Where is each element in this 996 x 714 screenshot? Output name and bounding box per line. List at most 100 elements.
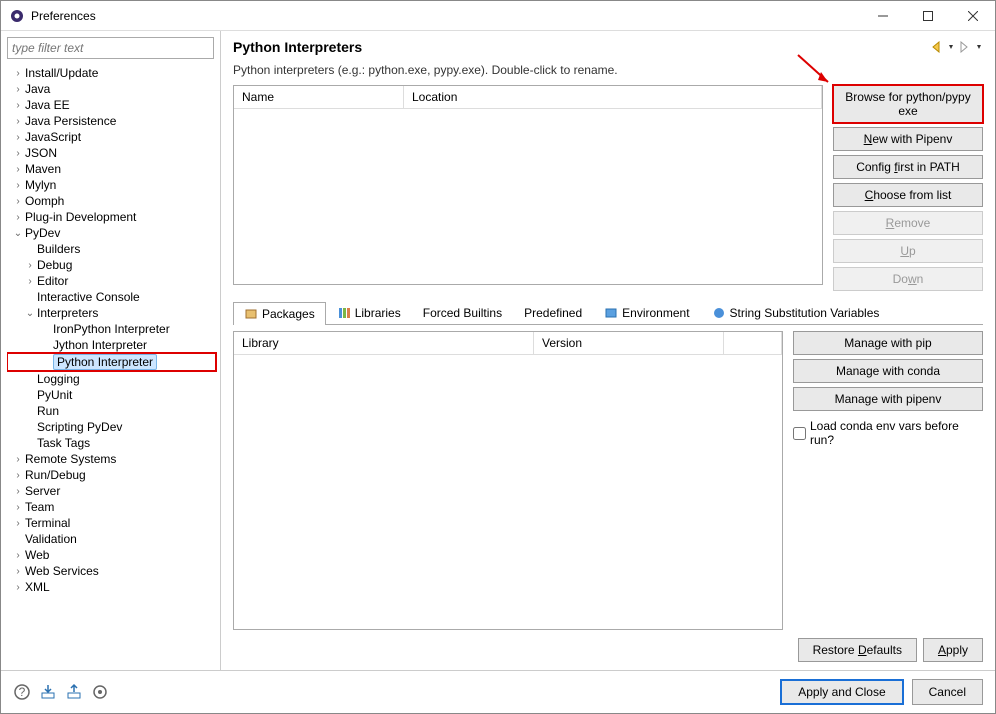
oomph-icon[interactable] xyxy=(91,683,109,701)
tab-predefined[interactable]: Predefined xyxy=(513,301,593,324)
back-arrow-icon[interactable] xyxy=(931,41,955,53)
tree-item[interactable]: ›Oomph xyxy=(7,193,216,209)
expand-icon[interactable]: › xyxy=(11,212,25,223)
tree-item[interactable]: ›Terminal xyxy=(7,515,216,531)
expand-icon[interactable]: › xyxy=(23,276,37,287)
forward-arrow-icon[interactable] xyxy=(959,41,983,53)
tree-item[interactable]: ⌄PyDev xyxy=(7,225,216,241)
tree-item[interactable]: ›Validation xyxy=(7,531,216,547)
expand-icon[interactable]: › xyxy=(11,148,25,159)
import-prefs-icon[interactable] xyxy=(39,683,57,701)
tree-item-label: Task Tags xyxy=(37,436,90,450)
tree-item[interactable]: ›Maven xyxy=(7,161,216,177)
col-location[interactable]: Location xyxy=(404,86,822,108)
expand-icon[interactable]: › xyxy=(11,502,25,513)
tree-item[interactable]: ›Team xyxy=(7,499,216,515)
tree-item-label: Install/Update xyxy=(25,66,98,80)
conda-env-checkbox[interactable] xyxy=(793,427,806,440)
export-prefs-icon[interactable] xyxy=(65,683,83,701)
interpreters-table[interactable]: Name Location xyxy=(233,85,823,285)
tab-forced-builtins[interactable]: Forced Builtins xyxy=(412,301,513,324)
tree-item[interactable]: ›Remote Systems xyxy=(7,451,216,467)
manage-conda-button[interactable]: Manage with conda xyxy=(793,359,983,383)
tree-item[interactable]: ›Builders xyxy=(7,241,216,257)
choose-list-button[interactable]: Choose from list xyxy=(833,183,983,207)
tree-item[interactable]: ›Plug-in Development xyxy=(7,209,216,225)
expand-icon[interactable]: › xyxy=(11,180,25,191)
config-path-button[interactable]: Config first in PATH xyxy=(833,155,983,179)
expand-icon[interactable]: › xyxy=(11,164,25,175)
collapse-icon[interactable]: ⌄ xyxy=(11,228,25,239)
tree-item[interactable]: ›Jython Interpreter xyxy=(7,337,216,353)
expand-icon[interactable]: › xyxy=(11,196,25,207)
tree-item[interactable]: ›Task Tags xyxy=(7,435,216,451)
tree-item-label: Oomph xyxy=(25,194,64,208)
col-name[interactable]: Name xyxy=(234,86,404,108)
apply-button[interactable]: Apply xyxy=(923,638,983,662)
tree-item[interactable]: ›Install/Update xyxy=(7,65,216,81)
expand-icon[interactable]: › xyxy=(11,582,25,593)
expand-icon[interactable]: › xyxy=(11,116,25,127)
tree-item[interactable]: ›Interactive Console xyxy=(7,289,216,305)
manage-pip-button[interactable]: Manage with pip xyxy=(793,331,983,355)
new-pipenv-button[interactable]: New with Pipenv xyxy=(833,127,983,151)
tab-packages[interactable]: Packages xyxy=(233,302,326,325)
conda-env-checkbox-label[interactable]: Load conda env vars before run? xyxy=(793,419,983,447)
tree-item-label: Interpreters xyxy=(37,306,98,320)
manage-pipenv-button[interactable]: Manage with pipenv xyxy=(793,387,983,411)
tree-item[interactable]: ›JSON xyxy=(7,145,216,161)
apply-close-button[interactable]: Apply and Close xyxy=(780,679,903,705)
tree-item[interactable]: ›Mylyn xyxy=(7,177,216,193)
expand-icon[interactable]: › xyxy=(11,550,25,561)
expand-icon[interactable]: › xyxy=(23,260,37,271)
expand-icon[interactable]: › xyxy=(11,454,25,465)
tab-environment[interactable]: Environment xyxy=(593,301,700,324)
restore-defaults-button[interactable]: Restore Defaults xyxy=(798,638,917,662)
tree-item[interactable]: ›PyUnit xyxy=(7,387,216,403)
tab-string-substitution[interactable]: String Substitution Variables xyxy=(701,301,891,324)
filter-input[interactable] xyxy=(7,37,214,59)
tree-item-label: Scripting PyDev xyxy=(37,420,122,434)
tree-item[interactable]: ›Run xyxy=(7,403,216,419)
help-icon[interactable]: ? xyxy=(13,683,31,701)
tree-item[interactable]: ›Java EE xyxy=(7,97,216,113)
tab-libraries[interactable]: Libraries xyxy=(326,301,412,324)
maximize-button[interactable] xyxy=(905,1,950,31)
tree-item[interactable]: ›Logging xyxy=(7,371,216,387)
collapse-icon[interactable]: ⌄ xyxy=(23,308,37,319)
expand-icon[interactable]: › xyxy=(11,518,25,529)
tree-item[interactable]: ›Web xyxy=(7,547,216,563)
expand-icon[interactable]: › xyxy=(11,132,25,143)
expand-icon[interactable]: › xyxy=(11,68,25,79)
minimize-button[interactable] xyxy=(860,1,905,31)
browse-button[interactable]: Browse for python/pypy exe xyxy=(833,85,983,123)
expand-icon[interactable]: › xyxy=(11,100,25,111)
tree-item[interactable]: ›Java xyxy=(7,81,216,97)
tree-item-label: Run/Debug xyxy=(25,468,86,482)
tree-item-label: Server xyxy=(25,484,60,498)
col-version[interactable]: Version xyxy=(534,332,724,354)
tree-item[interactable]: ›Python Interpreter xyxy=(7,353,216,371)
expand-icon[interactable]: › xyxy=(11,486,25,497)
interpreters-table-body xyxy=(234,109,822,284)
tree-item[interactable]: ›Debug xyxy=(7,257,216,273)
expand-icon[interactable]: › xyxy=(11,84,25,95)
tree-item[interactable]: ›IronPython Interpreter xyxy=(7,321,216,337)
tree-item[interactable]: ›Editor xyxy=(7,273,216,289)
expand-icon[interactable]: › xyxy=(11,566,25,577)
tree-item[interactable]: ›JavaScript xyxy=(7,129,216,145)
tree-item[interactable]: ›Web Services xyxy=(7,563,216,579)
close-button[interactable] xyxy=(950,1,995,31)
tree-item-label: IronPython Interpreter xyxy=(53,322,170,336)
expand-icon[interactable]: › xyxy=(11,470,25,481)
packages-table[interactable]: Library Version xyxy=(233,331,783,630)
preferences-tree[interactable]: ›Install/Update›Java›Java EE›Java Persis… xyxy=(7,65,220,664)
tree-item[interactable]: ⌄Interpreters xyxy=(7,305,216,321)
tree-item[interactable]: ›Server xyxy=(7,483,216,499)
cancel-button[interactable]: Cancel xyxy=(912,679,983,705)
tree-item[interactable]: ›Run/Debug xyxy=(7,467,216,483)
tree-item[interactable]: ›XML xyxy=(7,579,216,595)
tree-item[interactable]: ›Java Persistence xyxy=(7,113,216,129)
tree-item[interactable]: ›Scripting PyDev xyxy=(7,419,216,435)
col-library[interactable]: Library xyxy=(234,332,534,354)
